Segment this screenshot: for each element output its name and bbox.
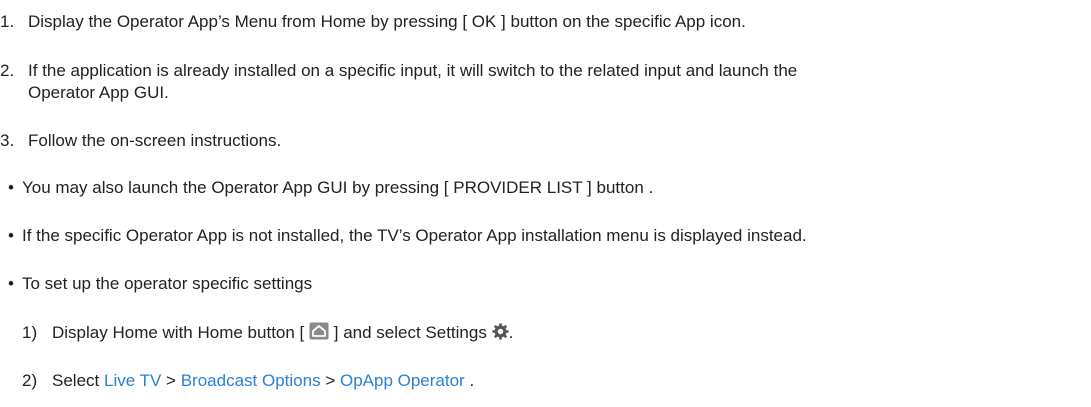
- path-separator: >: [166, 371, 176, 390]
- bullet-text: You may also launch the Operator App GUI…: [22, 178, 654, 197]
- step-2: 2. If the application is already installe…: [0, 60, 797, 82]
- step-3: 3. Follow the on-screen instructions.: [0, 130, 281, 152]
- step-text: Follow the on-screen instructions.: [28, 131, 282, 150]
- bullet-marker: •: [8, 178, 14, 197]
- step-text: Display the Operator App’s Menu from Hom…: [28, 12, 746, 31]
- bullet-item: • To set up the operator specific setting…: [0, 273, 312, 295]
- substep-number: 2): [22, 371, 38, 390]
- menu-path-live-tv: Live TV: [103, 371, 162, 390]
- step-number: 2.: [0, 61, 15, 80]
- substep-text: Display Home with Home button [: [52, 323, 305, 342]
- bullet-text: To set up the operator specific settings: [22, 274, 313, 293]
- substep-1: 1) Display Home with Home button [ ] and …: [22, 322, 513, 344]
- gear-icon: [492, 323, 509, 340]
- substep-2: 2) Select Live TV > Broadcast Options > O…: [22, 370, 474, 392]
- step-number: 1.: [0, 12, 15, 31]
- bullet-text: If the specific Operator App is not inst…: [22, 226, 807, 245]
- menu-path-broadcast-options: Broadcast Options: [180, 371, 321, 390]
- bullet-marker: •: [8, 274, 14, 293]
- substep-number: 1): [22, 323, 38, 342]
- substep-end: .: [469, 371, 475, 390]
- bullet-item: • You may also launch the Operator App GU…: [0, 177, 653, 199]
- home-icon: [309, 322, 329, 340]
- path-separator: >: [325, 371, 336, 390]
- step-1: 1. Display the Operator App’s Menu from H…: [0, 11, 746, 33]
- step-text: If the application is already installed …: [28, 61, 798, 80]
- step-number: 3.: [0, 131, 15, 150]
- step-2-continuation: Operator App GUI.: [28, 82, 169, 104]
- substep-end: .: [508, 323, 514, 342]
- menu-path-opapp-operator: OpApp Operator: [339, 371, 465, 390]
- substep-text: ] and select Settings: [333, 323, 487, 342]
- bullet-marker: •: [8, 226, 14, 245]
- substep-text: Select: [52, 371, 100, 390]
- bullet-item: • If the specific Operator App is not ins…: [0, 225, 807, 247]
- step-text: Operator App GUI.: [28, 83, 169, 102]
